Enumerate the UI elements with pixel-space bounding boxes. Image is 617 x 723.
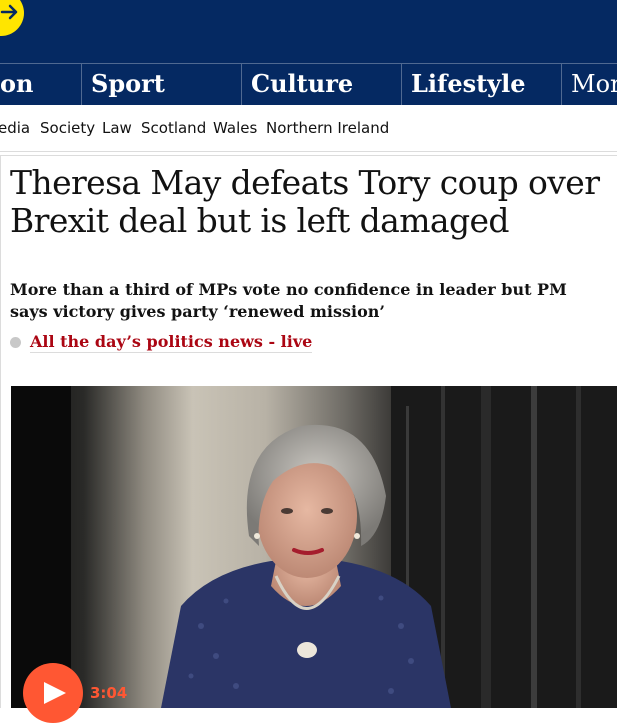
article-headline: Theresa May defeats Tory coup over Brexi…	[10, 163, 600, 240]
video-duration: 3:04	[90, 684, 128, 702]
subnav-northern-ireland[interactable]: Northern Ireland	[266, 119, 389, 137]
site-header: on Sport Culture Lifestyle More	[0, 0, 617, 106]
article-standfirst: More than a third of MPs vote no confide…	[10, 280, 567, 321]
subnav-society[interactable]: Society	[40, 119, 95, 137]
play-button[interactable]	[23, 663, 83, 723]
subnav-media[interactable]: edia	[0, 119, 30, 137]
sub-nav: edia Society Law Scotland Wales Northern…	[0, 105, 617, 152]
pillar-news[interactable]: on	[0, 64, 81, 106]
pillar-more[interactable]: More	[561, 64, 617, 106]
subnav-wales[interactable]: Wales	[213, 119, 257, 137]
subnav-scotland[interactable]: Scotland	[141, 119, 206, 137]
divider	[0, 151, 617, 156]
subnav-law[interactable]: Law	[102, 119, 132, 137]
pillar-sport[interactable]: Sport	[81, 64, 241, 106]
pillar-nav: on Sport Culture Lifestyle More	[0, 63, 617, 106]
bullet-dot	[10, 336, 21, 348]
live-link[interactable]: All the day’s politics news - live	[10, 330, 313, 354]
pillar-culture[interactable]: Culture	[241, 64, 401, 106]
arrow-right-icon	[0, 4, 18, 20]
content-divider	[0, 156, 1, 708]
live-link-label[interactable]: All the day’s politics news - live	[30, 332, 313, 353]
video-thumbnail[interactable]	[11, 386, 617, 708]
header-arrow-button[interactable]	[0, 0, 24, 36]
play-icon	[44, 682, 66, 704]
video-still-image	[11, 386, 617, 708]
pillar-lifestyle[interactable]: Lifestyle	[401, 64, 561, 106]
